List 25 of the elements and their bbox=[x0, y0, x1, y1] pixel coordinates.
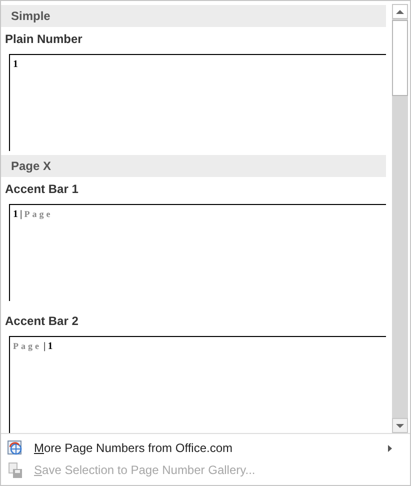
page-word-text: Page bbox=[13, 341, 42, 351]
up-arrow-icon bbox=[396, 10, 404, 14]
scrollbar-thumb[interactable] bbox=[392, 20, 408, 96]
separator-text: | bbox=[20, 209, 22, 220]
page-number-preview[interactable]: Page | 1 bbox=[9, 336, 386, 433]
save-icon bbox=[7, 462, 23, 478]
gallery-item-label: Accent Bar 2 bbox=[4, 313, 78, 330]
gallery-item-label: Plain Number bbox=[4, 31, 82, 48]
scrollbar[interactable] bbox=[392, 4, 408, 433]
submenu-arrow-icon bbox=[388, 445, 392, 452]
menu-item[interactable]: More Page Numbers from Office.com bbox=[1, 437, 404, 459]
section-heading: Simple bbox=[1, 5, 386, 27]
separator-text: | bbox=[44, 341, 46, 352]
page-word-text: Page bbox=[24, 209, 53, 219]
down-arrow-icon bbox=[396, 424, 404, 428]
globe-icon bbox=[7, 440, 23, 456]
scroll-up-button[interactable] bbox=[392, 4, 408, 19]
page-number-text: 1 bbox=[48, 341, 53, 352]
page-number-preview[interactable]: 1 bbox=[9, 54, 386, 151]
section-heading: Page X bbox=[1, 155, 386, 177]
scroll-down-button[interactable] bbox=[392, 418, 408, 433]
page-number-text: 1 bbox=[13, 59, 18, 70]
page-number-text: 1 bbox=[13, 209, 18, 220]
gallery-item-label: Accent Bar 1 bbox=[4, 181, 78, 198]
page-number-preview[interactable]: 1 | Page bbox=[9, 204, 386, 301]
